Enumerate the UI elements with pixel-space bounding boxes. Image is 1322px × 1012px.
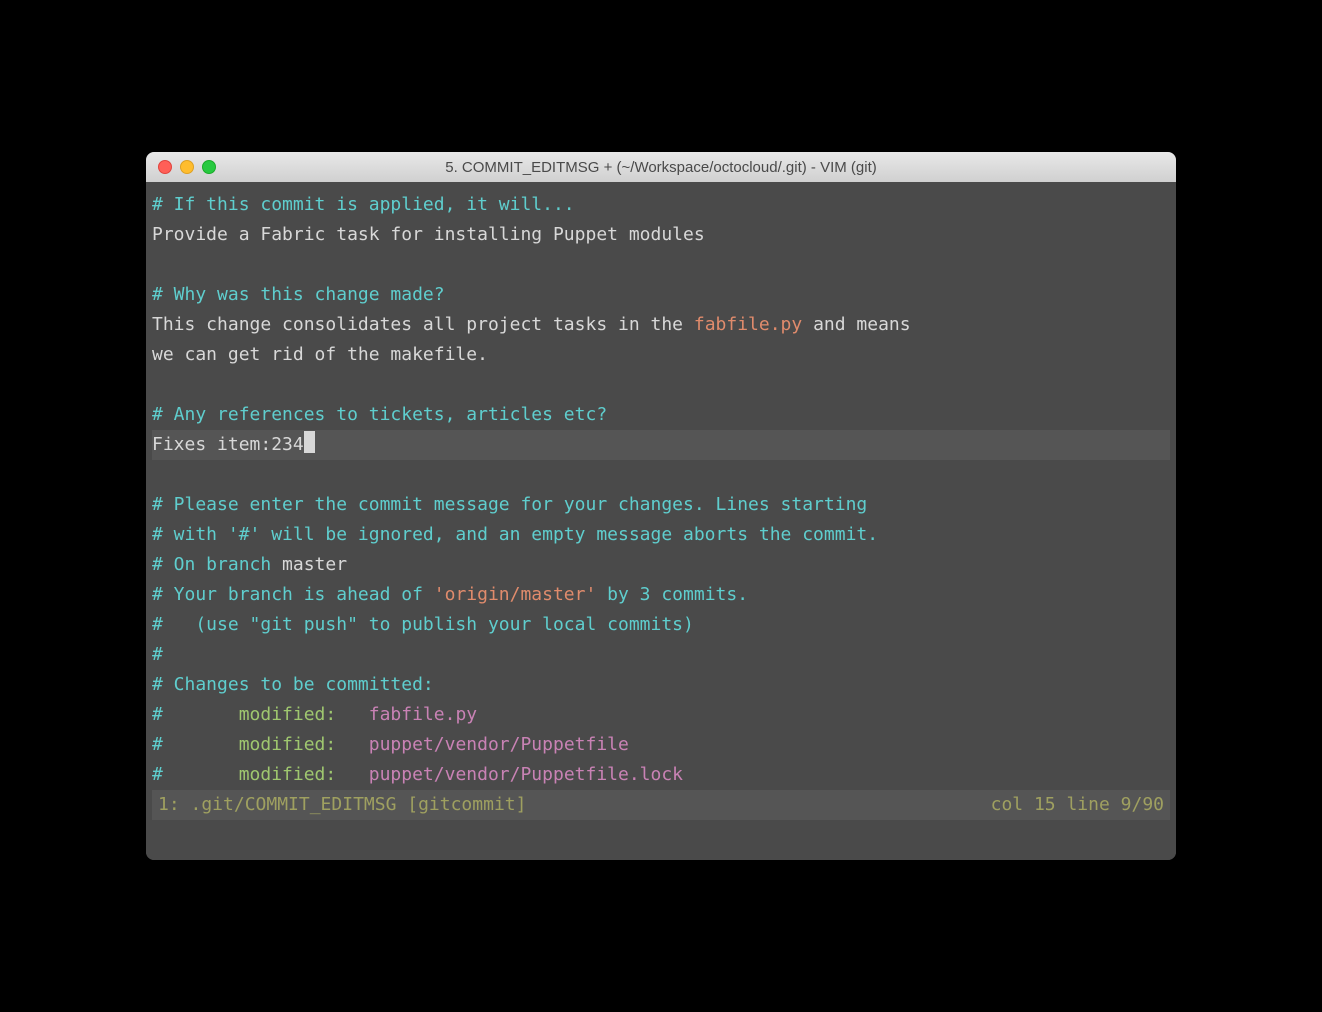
- minimize-button[interactable]: [180, 160, 194, 174]
- comment-hash: #: [152, 764, 163, 785]
- close-button[interactable]: [158, 160, 172, 174]
- comment-line: # Please enter the commit message for yo…: [152, 494, 867, 515]
- comment-line: by 3 commits.: [596, 584, 748, 605]
- terminal-window: 5. COMMIT_EDITMSG + (~/Workspace/octoclo…: [146, 152, 1176, 860]
- modified-file: puppet/vendor/Puppetfile: [369, 734, 629, 755]
- commit-body: we can get rid of the makefile.: [152, 344, 488, 365]
- comment-line: # (use "git push" to publish your local …: [152, 614, 694, 635]
- modified-label: modified:: [239, 704, 369, 725]
- vim-statusbar: 1: .git/COMMIT_EDITMSG [gitcommit] col 1…: [152, 790, 1170, 820]
- filename-highlight: fabfile.py: [694, 314, 802, 335]
- branch-name: master: [282, 554, 347, 575]
- commit-body: This change consolidates all project tas…: [152, 314, 694, 335]
- comment-hash: #: [152, 704, 163, 725]
- modified-file: puppet/vendor/Puppetfile.lock: [369, 764, 683, 785]
- commit-body: and means: [802, 314, 910, 335]
- comment-line: # with '#' will be ignored, and an empty…: [152, 524, 878, 545]
- statusbar-left: 1: .git/COMMIT_EDITMSG [gitcommit]: [158, 790, 526, 820]
- comment-hash: #: [152, 734, 163, 755]
- vim-editor[interactable]: # If this commit is applied, it will... …: [146, 182, 1176, 860]
- modified-file: fabfile.py: [369, 704, 477, 725]
- modified-label: modified:: [239, 734, 369, 755]
- window-titlebar: 5. COMMIT_EDITMSG + (~/Workspace/octoclo…: [146, 152, 1176, 182]
- comment-line: # Changes to be committed:: [152, 674, 434, 695]
- cursor-line: Fixes item:234: [152, 430, 1170, 460]
- comment-line: # On branch: [152, 554, 282, 575]
- commit-subject: Provide a Fabric task for installing Pup…: [152, 224, 705, 245]
- traffic-lights: [158, 160, 216, 174]
- cursor: [304, 431, 315, 453]
- comment-line: #: [152, 644, 163, 665]
- statusbar-right: col 15 line 9/90: [991, 790, 1164, 820]
- remote-name: 'origin/master': [434, 584, 597, 605]
- comment-line: # Why was this change made?: [152, 284, 445, 305]
- comment-line: # Your branch is ahead of: [152, 584, 434, 605]
- modified-label: modified:: [239, 764, 369, 785]
- comment-line: # If this commit is applied, it will...: [152, 194, 575, 215]
- maximize-button[interactable]: [202, 160, 216, 174]
- comment-line: # Any references to tickets, articles et…: [152, 404, 607, 425]
- window-title: 5. COMMIT_EDITMSG + (~/Workspace/octoclo…: [158, 159, 1164, 176]
- commit-refs: Fixes item:234: [152, 434, 304, 455]
